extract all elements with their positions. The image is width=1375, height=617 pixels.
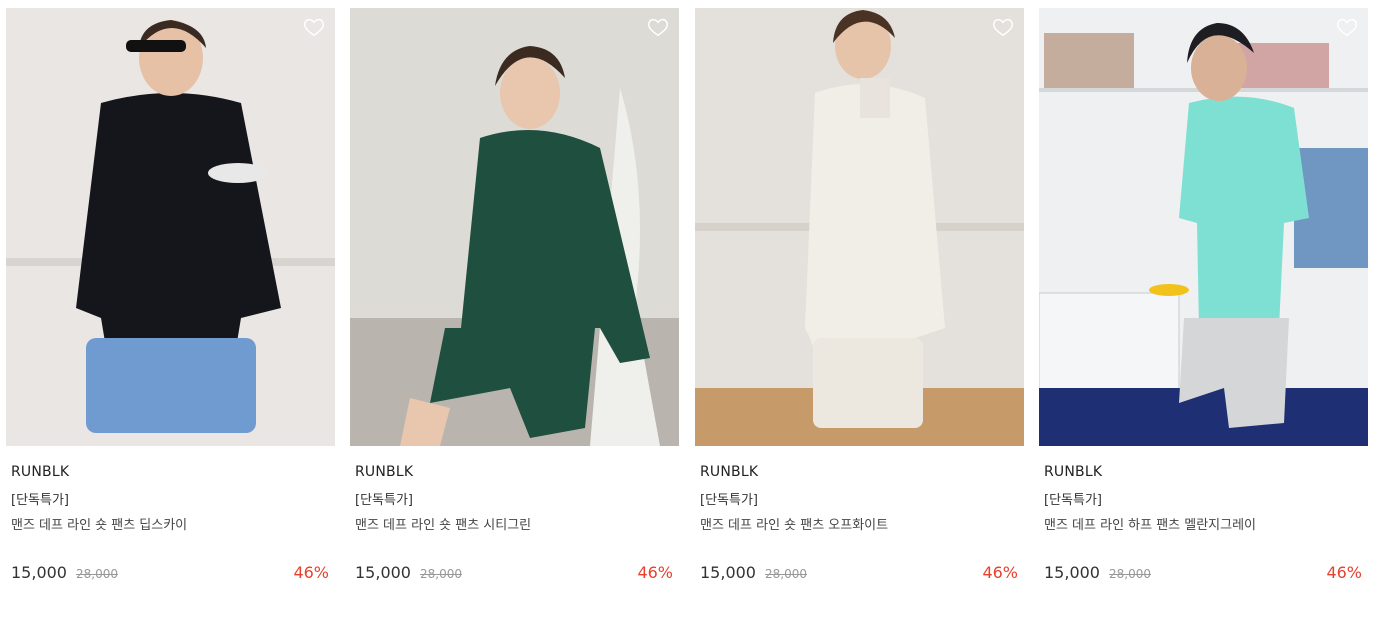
product-photo (6, 8, 335, 446)
product-tag: [단독특가] (355, 493, 413, 508)
product-tag: [단독특가] (1044, 493, 1102, 508)
bottom-garment (813, 338, 923, 428)
sale-price: 15,000 (700, 563, 756, 582)
product-image[interactable] (1039, 8, 1368, 446)
model-face (1191, 35, 1247, 101)
price-row: 15,000 28,000 46% (350, 562, 679, 584)
product-photo (1039, 8, 1368, 446)
discount-rate: 46% (1326, 563, 1362, 582)
product-tag: [단독특가] (700, 493, 758, 508)
sale-price: 15,000 (355, 563, 411, 582)
product-photo (350, 8, 679, 446)
product-brand[interactable]: RUNBLK (700, 463, 1024, 481)
product-name[interactable]: 맨즈 데프 라인 하프 팬츠 멜란지그레이 (1044, 517, 1368, 535)
price-row: 15,000 28,000 46% (695, 562, 1024, 584)
product-card[interactable]: RUNBLK [단독특가] 맨즈 데프 라인 숏 팬츠 오프화이트 15,000… (695, 8, 1024, 584)
price-row: 15,000 28,000 46% (6, 562, 335, 584)
sale-price: 15,000 (11, 563, 67, 582)
bottom-garment (86, 338, 256, 433)
product-photo (695, 8, 1024, 446)
product-brand[interactable]: RUNBLK (355, 463, 679, 481)
wishlist-heart-icon[interactable] (303, 16, 325, 38)
price-row: 15,000 28,000 46% (1039, 562, 1368, 584)
wishlist-heart-icon[interactable] (647, 16, 669, 38)
wishlist-heart-icon[interactable] (992, 16, 1014, 38)
product-name[interactable]: 맨즈 데프 라인 숏 팬츠 오프화이트 (700, 517, 1024, 535)
product-card[interactable]: RUNBLK [단독특가] 맨즈 데프 라인 숏 팬츠 딥스카이 15,000 … (6, 8, 335, 584)
product-name[interactable]: 맨즈 데프 라인 숏 팬츠 시티그린 (355, 517, 679, 535)
product-card[interactable]: RUNBLK [단독특가] 맨즈 데프 라인 하프 팬츠 멜란지그레이 15,0… (1039, 8, 1368, 584)
discount-rate: 46% (982, 563, 1018, 582)
product-name[interactable]: 맨즈 데프 라인 숏 팬츠 딥스카이 (11, 517, 335, 535)
product-brand[interactable]: RUNBLK (1044, 463, 1368, 481)
original-price: 28,000 (76, 567, 118, 581)
product-card[interactable]: RUNBLK [단독특가] 맨즈 데프 라인 숏 팬츠 시티그린 15,000 … (350, 8, 679, 584)
product-image[interactable] (695, 8, 1024, 446)
product-brand[interactable]: RUNBLK (11, 463, 335, 481)
sale-price: 15,000 (1044, 563, 1100, 582)
discount-rate: 46% (637, 563, 673, 582)
product-tag: [단독특가] (11, 493, 69, 508)
model-face (500, 57, 560, 129)
product-image[interactable] (350, 8, 679, 446)
wishlist-heart-icon[interactable] (1336, 16, 1358, 38)
discount-rate: 46% (293, 563, 329, 582)
original-price: 28,000 (765, 567, 807, 581)
original-price: 28,000 (1109, 567, 1151, 581)
product-grid: RUNBLK [단독특가] 맨즈 데프 라인 숏 팬츠 딥스카이 15,000 … (0, 0, 1375, 617)
product-image[interactable] (6, 8, 335, 446)
original-price: 28,000 (420, 567, 462, 581)
top-garment (805, 84, 945, 353)
